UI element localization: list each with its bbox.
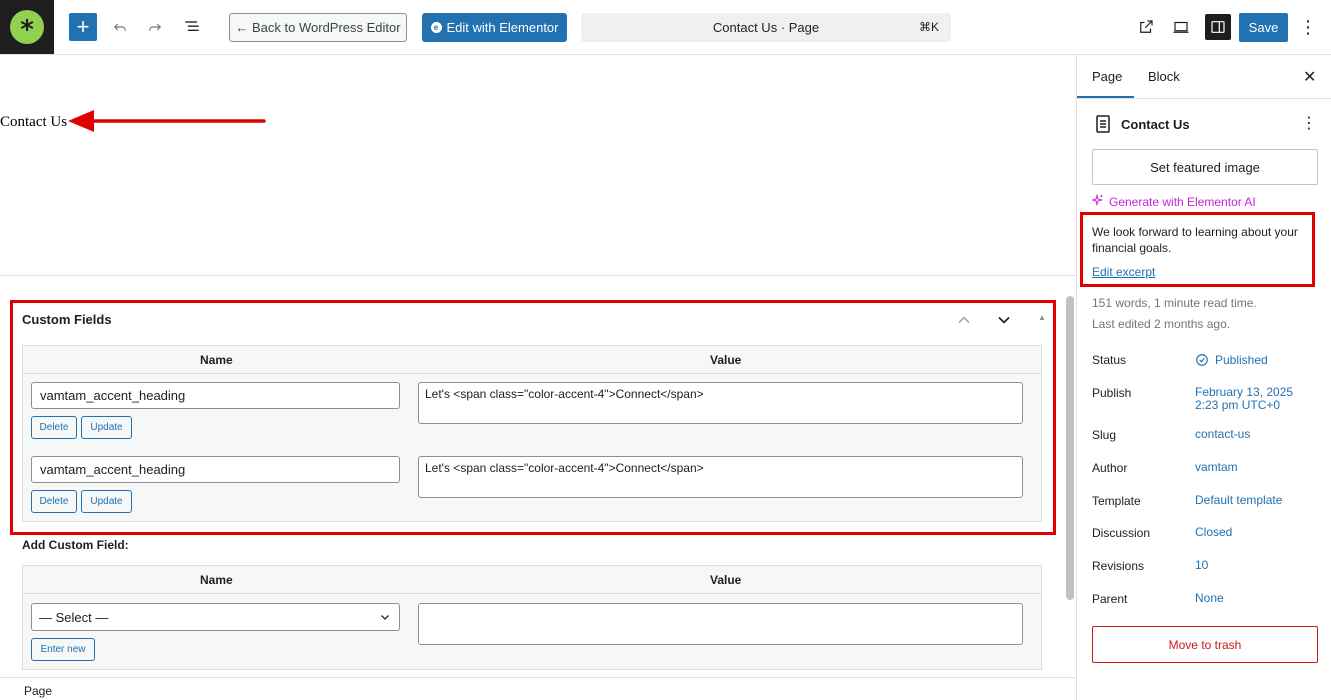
- publish-date[interactable]: February 13, 2025 2:23 pm UTC+0: [1195, 386, 1293, 412]
- desktop-preview-icon[interactable]: [1169, 15, 1193, 39]
- settings-sidebar: Page Block ✕ Contact Us ⋮ Set featured i…: [1076, 55, 1331, 700]
- edit-with-elementor-button[interactable]: e Edit with Elementor: [422, 13, 567, 42]
- column-header-name: Name: [200, 573, 233, 587]
- column-header-value: Value: [710, 573, 742, 587]
- command-palette-bar[interactable]: Contact Us · Page ⌘K: [581, 13, 951, 42]
- move-down-icon[interactable]: [994, 310, 1014, 330]
- excerpt-text: We look forward to learning about your f…: [1092, 225, 1298, 255]
- tab-page[interactable]: Page: [1092, 69, 1122, 84]
- delete-meta-button[interactable]: Delete: [31, 416, 77, 439]
- tab-block[interactable]: Block: [1148, 69, 1180, 84]
- parent-label: Parent: [1092, 592, 1128, 606]
- options-menu-icon[interactable]: ⋮: [1298, 15, 1318, 39]
- template-label: Template: [1092, 494, 1141, 508]
- page-document-icon: [1095, 115, 1111, 136]
- document-actions-icon[interactable]: ⋮: [1301, 113, 1317, 133]
- edit-with-elementor-label: Edit with Elementor: [446, 20, 559, 35]
- edit-excerpt-link[interactable]: Edit excerpt: [1092, 265, 1155, 279]
- column-header-name: Name: [200, 353, 233, 367]
- elementor-icon: e: [430, 22, 442, 33]
- discussion-value[interactable]: Closed: [1195, 526, 1232, 539]
- slug-value[interactable]: contact-us: [1195, 428, 1250, 441]
- chevron-down-icon: [379, 611, 391, 626]
- parent-value[interactable]: None: [1195, 592, 1224, 605]
- published-check-icon: [1196, 354, 1208, 366]
- sparkle-icon: [1090, 193, 1104, 209]
- word-count: 151 words, 1 minute read time.: [1092, 296, 1257, 310]
- meta-scrollbar[interactable]: [1066, 296, 1074, 600]
- template-value[interactable]: Default template: [1195, 494, 1282, 507]
- add-custom-field-table: Name Value — Select — Enter new: [22, 565, 1042, 670]
- editor-toolbar: * + ← Back to WordPress Editor e Edit wi…: [0, 0, 1331, 55]
- slug-label: Slug: [1092, 428, 1117, 442]
- column-header-value: Value: [710, 353, 742, 367]
- save-button[interactable]: Save: [1239, 13, 1288, 42]
- meta-key-input[interactable]: vamtam_accent_heading: [31, 456, 400, 483]
- document-title: Contact Us: [1121, 117, 1190, 132]
- meta-key-select[interactable]: — Select —: [31, 603, 400, 631]
- add-block-button[interactable]: +: [69, 13, 97, 41]
- meta-key-input[interactable]: vamtam_accent_heading: [31, 382, 400, 409]
- document-title: Contact Us · Page: [712, 20, 820, 35]
- update-meta-button[interactable]: Update: [81, 416, 132, 439]
- table-header: Name Value: [23, 346, 1041, 374]
- generate-with-ai-link[interactable]: Generate with Elementor AI: [1090, 193, 1256, 209]
- update-meta-button[interactable]: Update: [81, 490, 132, 513]
- table-header: Name Value: [23, 566, 1041, 594]
- generate-with-ai-label: Generate with Elementor AI: [1109, 194, 1256, 209]
- block-breadcrumb: Page: [0, 677, 1076, 700]
- publish-time-line: 2:23 pm UTC+0: [1195, 398, 1281, 412]
- author-label: Author: [1092, 461, 1128, 475]
- collapse-panel-icon[interactable]: ▲: [1038, 313, 1046, 322]
- status-value-label: Published: [1215, 352, 1268, 367]
- undo-icon[interactable]: [108, 15, 132, 39]
- author-value[interactable]: vamtam: [1195, 461, 1238, 474]
- tabs-divider: [1077, 98, 1331, 99]
- status-label: Status: [1092, 353, 1127, 367]
- move-up-icon[interactable]: [954, 310, 974, 330]
- select-value: — Select —: [39, 610, 109, 625]
- publish-label: Publish: [1092, 386, 1132, 400]
- status-value[interactable]: Published: [1195, 353, 1268, 367]
- page-title[interactable]: Contact Us: [0, 114, 67, 131]
- move-to-trash-button[interactable]: Move to trash: [1092, 626, 1318, 663]
- redo-icon[interactable]: [143, 15, 167, 39]
- delete-meta-button[interactable]: Delete: [31, 490, 77, 513]
- close-icon[interactable]: ✕: [1303, 67, 1316, 87]
- revisions-value[interactable]: 10: [1195, 559, 1208, 572]
- document-overview-icon[interactable]: [180, 15, 204, 39]
- breadcrumb-item[interactable]: Page: [24, 684, 52, 698]
- revisions-label: Revisions: [1092, 559, 1145, 573]
- annotation-arrow-icon: [68, 110, 266, 132]
- custom-fields-table: Name Value vamtam_accent_heading Let's <…: [22, 345, 1042, 522]
- last-edited: Last edited 2 months ago.: [1092, 317, 1231, 331]
- back-to-wordpress-editor-button[interactable]: ← Back to WordPress Editor: [229, 13, 407, 42]
- asterisk-icon: *: [10, 10, 44, 44]
- set-featured-image-button[interactable]: Set featured image: [1092, 149, 1318, 185]
- view-external-icon[interactable]: [1134, 15, 1158, 39]
- meta-value-textarea[interactable]: Let's <span class="color-accent-4">Conne…: [418, 382, 1023, 424]
- settings-sidebar-toggle-icon[interactable]: [1205, 14, 1231, 40]
- add-custom-field-label: Add Custom Field:: [22, 538, 129, 552]
- new-meta-value-textarea[interactable]: [418, 603, 1023, 645]
- command-shortcut: ⌘K: [918, 20, 939, 34]
- enter-new-button[interactable]: Enter new: [31, 638, 95, 661]
- custom-fields-title: Custom Fields: [22, 312, 112, 327]
- site-logo[interactable]: *: [0, 0, 54, 54]
- meta-value-textarea[interactable]: Let's <span class="color-accent-4">Conne…: [418, 456, 1023, 498]
- discussion-label: Discussion: [1092, 526, 1151, 540]
- editor-canvas: Contact Us: [0, 55, 1076, 276]
